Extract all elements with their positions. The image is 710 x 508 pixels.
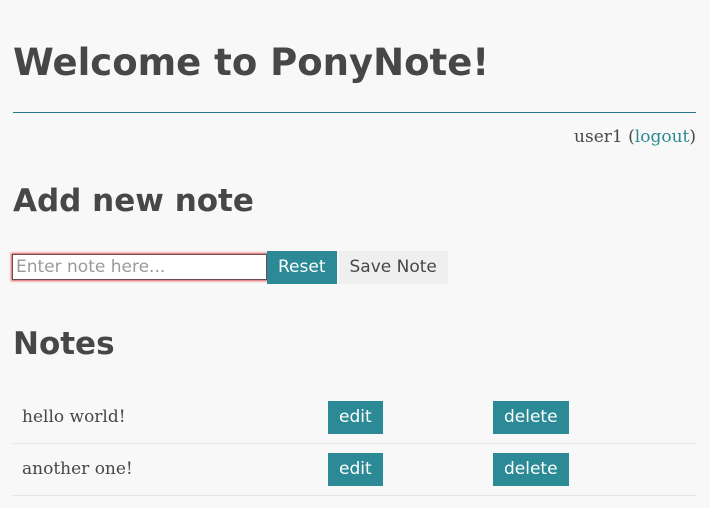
- reset-button[interactable]: Reset: [267, 250, 337, 284]
- notes-table: hello world! edit delete another one! ed…: [13, 392, 696, 496]
- note-input[interactable]: [12, 254, 267, 280]
- add-note-form: Reset Save Note: [12, 250, 448, 284]
- title-divider: [13, 112, 696, 113]
- table-row: another one! edit delete: [13, 444, 696, 496]
- notes-heading: Notes: [13, 326, 115, 362]
- save-note-button[interactable]: Save Note: [338, 250, 448, 284]
- page-title: Welcome to PonyNote!: [13, 41, 490, 84]
- table-row: hello world! edit delete: [13, 392, 696, 444]
- username: user1: [574, 127, 623, 147]
- edit-button[interactable]: edit: [328, 401, 383, 434]
- logout-open-paren: (: [622, 127, 635, 147]
- add-note-heading: Add new note: [13, 183, 254, 219]
- edit-button[interactable]: edit: [328, 453, 383, 486]
- user-bar: user1 (logout): [574, 126, 696, 148]
- note-text: another one!: [22, 459, 133, 479]
- delete-button[interactable]: delete: [493, 401, 569, 434]
- note-text: hello world!: [22, 407, 126, 427]
- logout-link[interactable]: logout: [635, 127, 690, 147]
- delete-button[interactable]: delete: [493, 453, 569, 486]
- logout-close-paren: ): [689, 127, 696, 147]
